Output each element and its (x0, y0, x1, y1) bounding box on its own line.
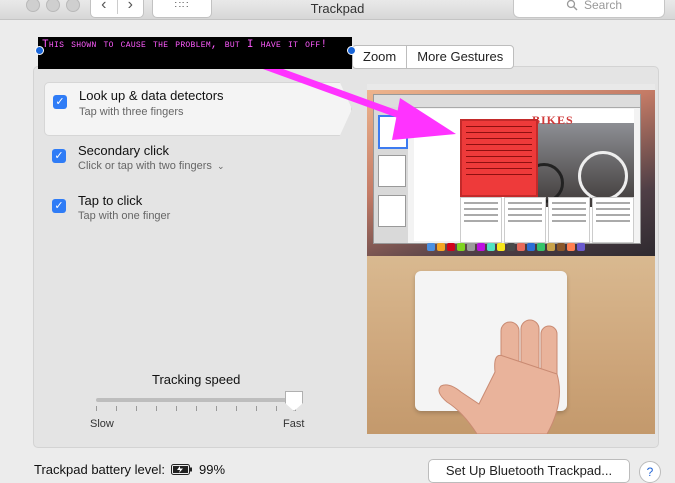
help-button[interactable]: ? (639, 461, 661, 483)
annotation-resize-handle[interactable] (347, 46, 356, 55)
battery-label: Trackpad battery level: (34, 462, 166, 477)
annotation-note: This shown to cause the problem, but I h… (38, 37, 352, 69)
battery-status: Trackpad battery level: 99% (34, 462, 225, 477)
setup-bluetooth-trackpad-button[interactable]: Set Up Bluetooth Trackpad... (428, 459, 630, 483)
battery-icon (171, 464, 193, 475)
battery-value: 99% (199, 462, 226, 477)
annotation-resize-handle[interactable] (35, 46, 44, 55)
annotation-arrow (260, 61, 456, 140)
